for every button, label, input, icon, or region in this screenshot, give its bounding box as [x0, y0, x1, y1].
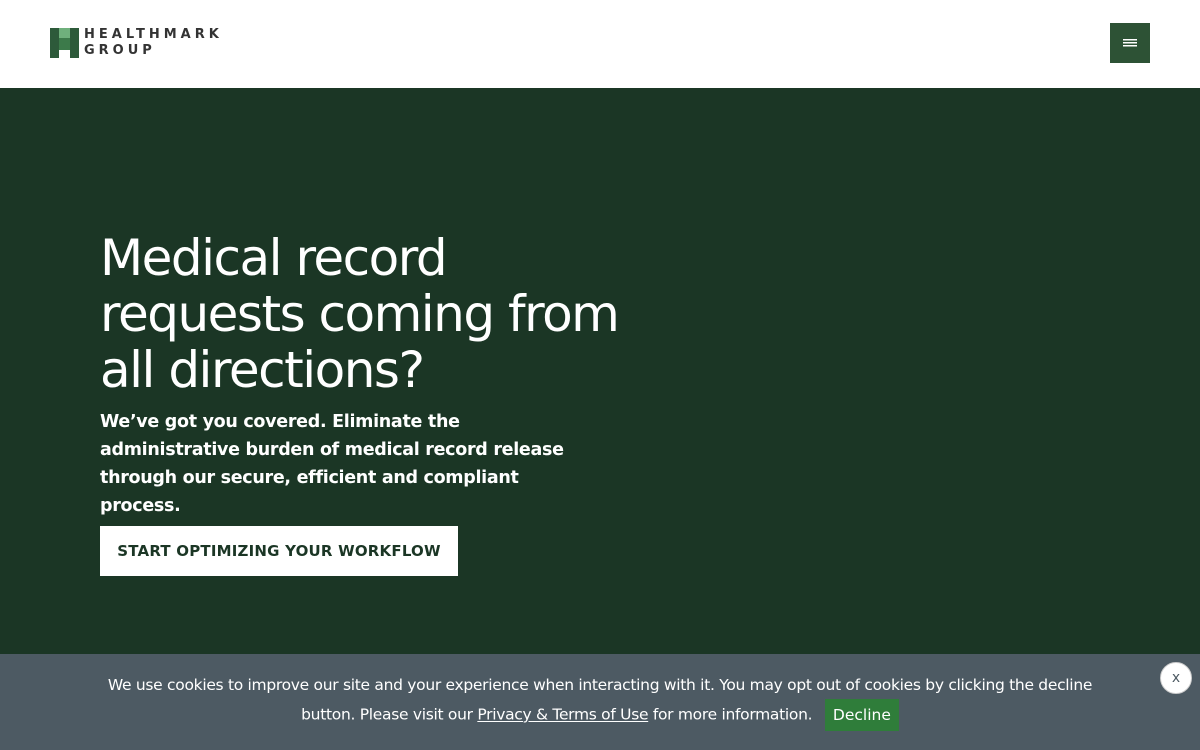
logo-text-group: GROUP	[84, 43, 156, 58]
hero-section: Medical record requests coming from all …	[0, 88, 1200, 654]
hero-title: Medical record requests coming from all …	[100, 229, 620, 399]
menu-button[interactable]	[1110, 23, 1150, 63]
healthmark-m-logo-icon	[50, 28, 79, 58]
site-header: HEALTHMARK GROUP	[0, 0, 1200, 88]
close-cookie-button[interactable]: x	[1160, 662, 1192, 694]
cookie-text-after: for more information.	[652, 705, 813, 724]
decline-button[interactable]: Decline	[824, 699, 899, 731]
cookie-message: We use cookies to improve our site and y…	[100, 671, 1100, 731]
privacy-terms-link[interactable]: Privacy & Terms of Use	[477, 706, 648, 724]
healthmark-logo[interactable]: HEALTHMARK GROUP	[50, 28, 232, 60]
hero-subtitle: We’ve got you covered. Eliminate the adm…	[100, 412, 564, 516]
start-optimizing-button[interactable]: START OPTIMIZING YOUR WORKFLOW	[100, 526, 458, 576]
cookie-banner: We use cookies to improve our site and y…	[0, 654, 1200, 750]
hamburger-menu-icon	[1123, 39, 1137, 47]
logo-text-healthmark: HEALTHMARK	[84, 27, 223, 42]
